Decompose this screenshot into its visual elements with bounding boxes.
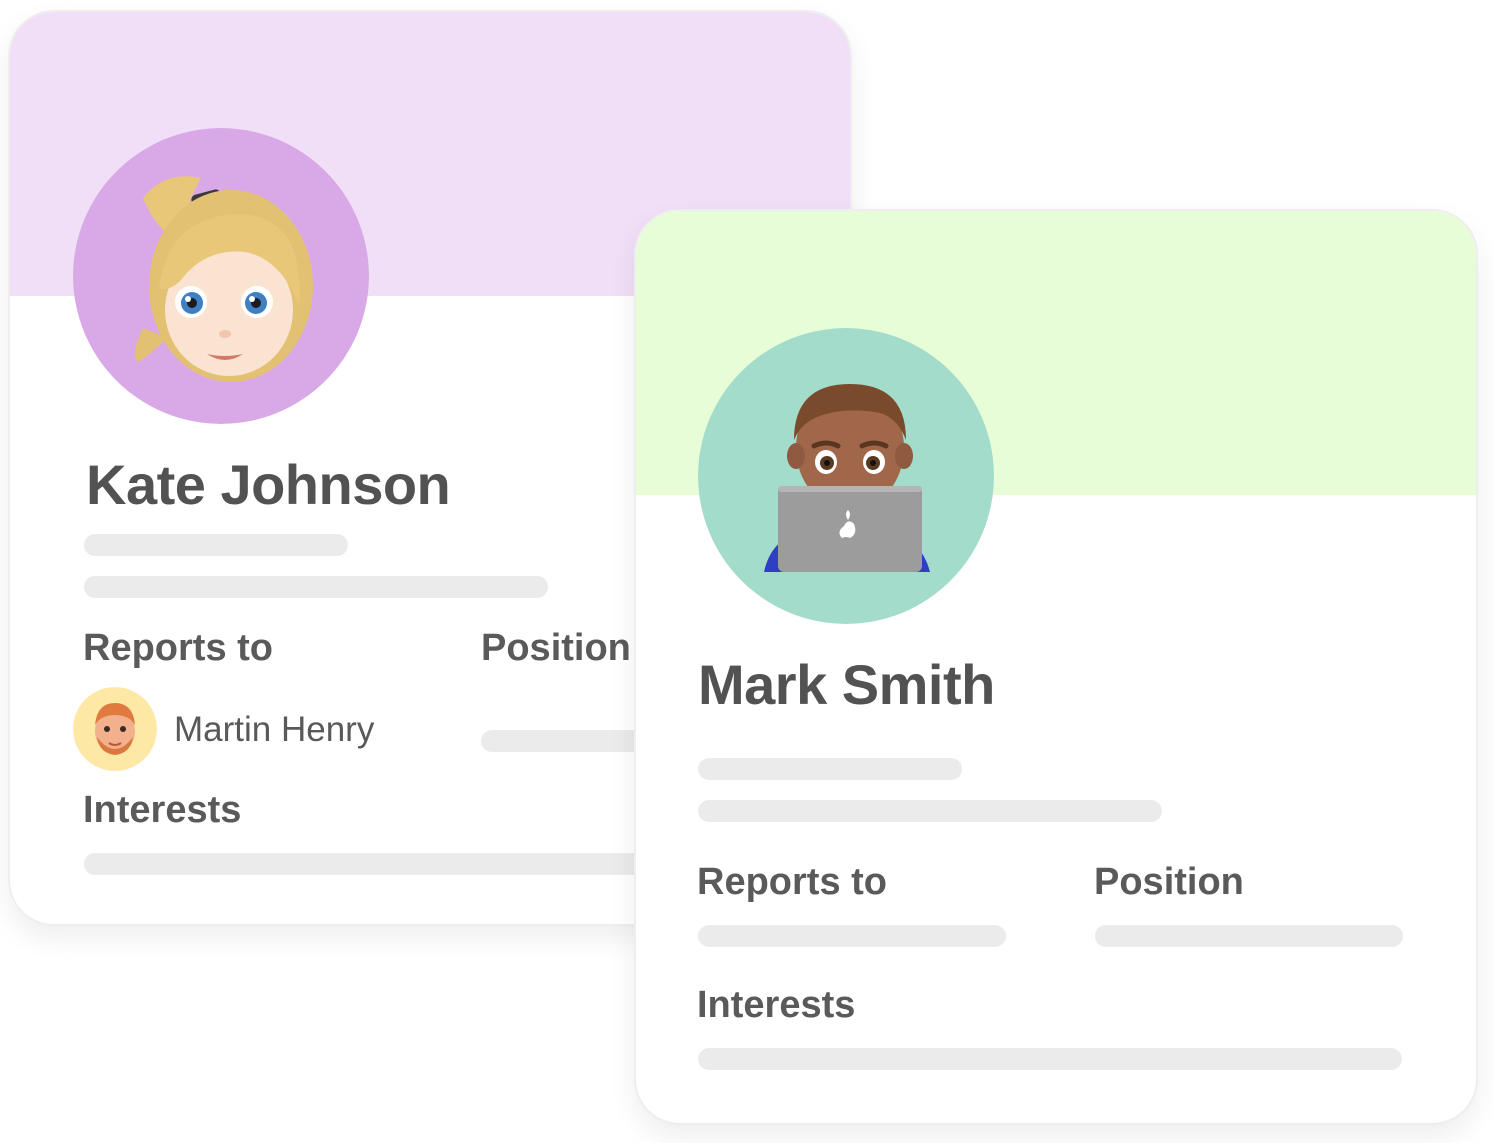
placeholder-bar [1095, 925, 1403, 947]
position-label: Position [1094, 861, 1244, 903]
blonde-woman-emoji-icon [73, 128, 369, 424]
profile-name: Mark Smith [698, 653, 995, 716]
placeholder-bar [84, 534, 348, 556]
reports-to-label: Reports to [83, 627, 273, 669]
avatar [698, 328, 994, 624]
profile-cards-stage: Kate Johnson Reports to Position Martin … [0, 0, 1494, 1143]
placeholder-bar [698, 925, 1006, 947]
red-haired-man-emoji-icon [73, 687, 157, 771]
placeholder-bar [84, 576, 548, 598]
placeholder-bar [698, 1048, 1402, 1070]
position-label: Position [481, 627, 631, 669]
reports-to-name[interactable]: Martin Henry [174, 710, 374, 750]
profile-card-mark-smith[interactable]: Mark Smith Reports to Position Interests [634, 209, 1478, 1125]
placeholder-bar [698, 800, 1162, 822]
interests-label: Interests [697, 984, 856, 1026]
profile-name: Kate Johnson [86, 453, 451, 516]
man-technologist-emoji-icon [698, 328, 994, 624]
reports-to-avatar[interactable] [73, 687, 157, 771]
avatar [73, 128, 369, 424]
reports-to-label: Reports to [697, 861, 887, 903]
interests-label: Interests [83, 789, 242, 831]
placeholder-bar [698, 758, 962, 780]
